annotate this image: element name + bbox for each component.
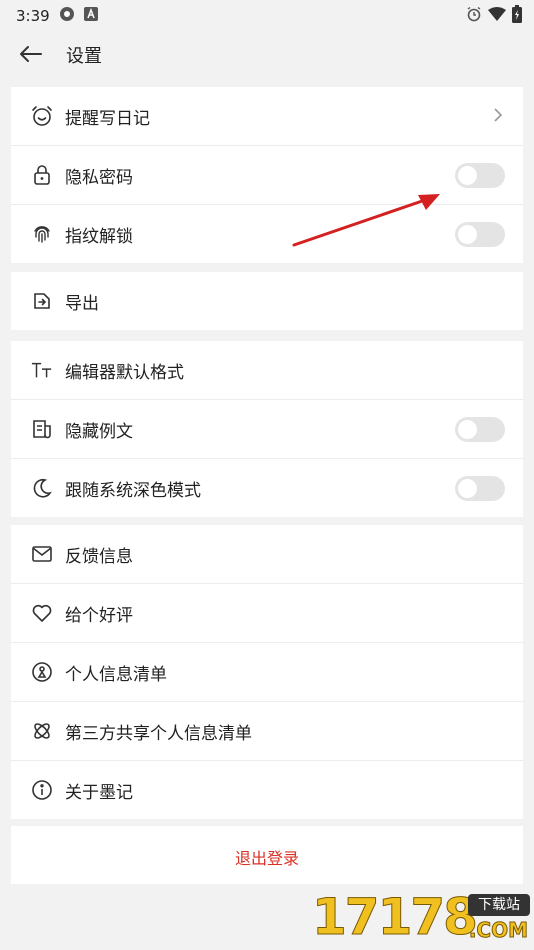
privacy-password-toggle[interactable] bbox=[455, 163, 505, 188]
text-format-icon bbox=[31, 359, 53, 381]
row-label: 导出 bbox=[65, 294, 99, 314]
row-feedback[interactable]: 反馈信息 bbox=[11, 525, 523, 584]
heart-icon bbox=[31, 602, 53, 624]
app-notification-icon bbox=[58, 5, 76, 27]
row-label: 关于墨记 bbox=[65, 783, 133, 803]
export-icon bbox=[31, 290, 53, 312]
person-info-icon bbox=[31, 661, 53, 683]
page-title: 设置 bbox=[66, 46, 102, 67]
share-icon bbox=[31, 720, 53, 742]
row-about[interactable]: 关于墨记 bbox=[11, 761, 523, 819]
toggle-knob bbox=[458, 479, 477, 498]
row-label: 指纹解锁 bbox=[65, 227, 133, 247]
battery-icon bbox=[512, 5, 522, 27]
watermark-badge: 下载站 bbox=[468, 894, 530, 916]
row-label: 隐藏例文 bbox=[65, 422, 133, 442]
row-label: 提醒写日记 bbox=[65, 109, 150, 129]
status-bar: 3:39 bbox=[0, 0, 534, 30]
row-export[interactable]: 导出 bbox=[11, 272, 523, 330]
status-time: 3:39 bbox=[16, 7, 50, 25]
row-rate[interactable]: 给个好评 bbox=[11, 584, 523, 643]
annotation-arrow-icon bbox=[292, 194, 440, 247]
back-button[interactable] bbox=[14, 40, 48, 68]
row-label: 第三方共享个人信息清单 bbox=[65, 724, 252, 744]
settings-group-export: 导出 bbox=[11, 272, 523, 330]
row-editor-format[interactable]: 编辑器默认格式 bbox=[11, 341, 523, 400]
alarm-status-icon bbox=[466, 6, 482, 26]
back-arrow-icon bbox=[20, 46, 42, 62]
row-label: 编辑器默认格式 bbox=[65, 363, 184, 383]
hide-example-toggle[interactable] bbox=[455, 417, 505, 442]
moon-icon bbox=[31, 477, 53, 499]
fingerprint-unlock-toggle[interactable] bbox=[455, 222, 505, 247]
row-label: 给个好评 bbox=[65, 606, 133, 626]
watermark: 17178 下载站 .COM bbox=[308, 888, 534, 950]
info-icon bbox=[31, 779, 53, 801]
dark-mode-toggle[interactable] bbox=[455, 476, 505, 501]
alarm-clock-icon bbox=[31, 105, 53, 127]
row-third-party-list[interactable]: 第三方共享个人信息清单 bbox=[11, 702, 523, 761]
mail-icon bbox=[31, 543, 53, 565]
row-label: 个人信息清单 bbox=[65, 665, 167, 685]
toggle-knob bbox=[458, 166, 477, 185]
app-bar: 设置 bbox=[0, 30, 534, 78]
row-label: 跟随系统深色模式 bbox=[65, 481, 201, 501]
logout-button[interactable]: 退出登录 bbox=[11, 826, 523, 884]
toggle-knob bbox=[458, 420, 477, 439]
row-diary-reminder[interactable]: 提醒写日记 bbox=[11, 87, 523, 146]
watermark-suffix: .COM bbox=[468, 918, 528, 943]
row-label: 隐私密码 bbox=[65, 168, 133, 188]
toggle-knob bbox=[458, 225, 477, 244]
row-personal-info-list[interactable]: 个人信息清单 bbox=[11, 643, 523, 702]
wifi-icon bbox=[488, 6, 506, 26]
document-icon bbox=[31, 418, 53, 440]
logout-label: 退出登录 bbox=[234, 849, 299, 868]
watermark-number: 17178 bbox=[312, 888, 479, 947]
chevron-right-icon bbox=[493, 107, 503, 127]
settings-group-about: 反馈信息 给个好评 个人信息清单 第三方共享个人信息清单 关于墨记 bbox=[11, 525, 523, 819]
lock-icon bbox=[31, 164, 53, 186]
row-label: 反馈信息 bbox=[65, 547, 133, 567]
a-notification-icon bbox=[83, 7, 98, 25]
settings-group-editor: 编辑器默认格式 隐藏例文 跟随系统深色模式 bbox=[11, 341, 523, 517]
row-dark-mode: 跟随系统深色模式 bbox=[11, 459, 523, 517]
row-hide-example: 隐藏例文 bbox=[11, 400, 523, 459]
fingerprint-icon bbox=[31, 223, 53, 245]
